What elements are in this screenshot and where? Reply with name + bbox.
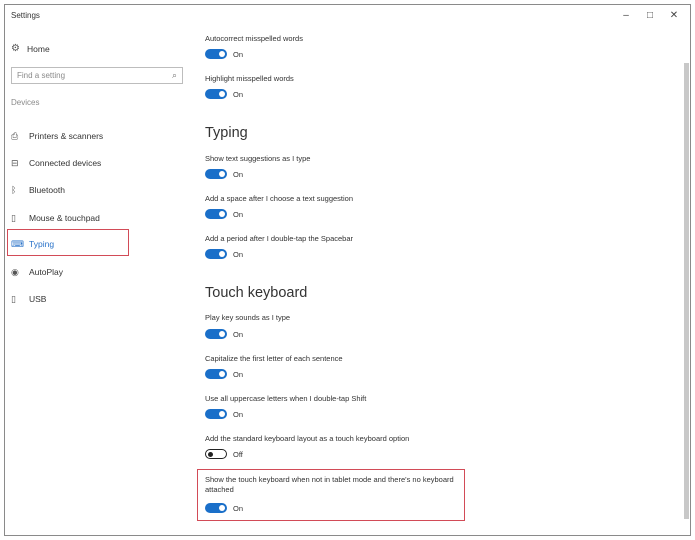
toggle-switch[interactable] xyxy=(205,449,227,459)
setting-label: Highlight misspelled words xyxy=(205,74,294,83)
printer-icon: ⎙ xyxy=(11,130,19,141)
setting-label: Use all uppercase letters when I double-… xyxy=(205,394,367,403)
connected-devices-icon: ⊟ xyxy=(11,157,19,168)
sidebar-item-label: USB xyxy=(29,294,47,304)
maximize-button[interactable]: □ xyxy=(638,8,662,24)
home-label: Home xyxy=(27,43,50,54)
toggle-text-suggestions[interactable]: On xyxy=(205,169,243,179)
toggle-switch[interactable] xyxy=(205,89,227,99)
settings-window: Settings – □ ✕ ⚙ Home Find a setting ⌕ D… xyxy=(4,4,691,536)
bluetooth-icon: ᛒ xyxy=(11,185,17,195)
keyboard-icon: ⌨ xyxy=(11,238,24,249)
section-header-touch-keyboard: Touch keyboard xyxy=(205,285,308,301)
window-title: Settings xyxy=(11,11,40,20)
sidebar-item-usb[interactable]: ▯ USB xyxy=(11,291,46,307)
toggle-state: On xyxy=(233,49,244,59)
usb-icon: ▯ xyxy=(11,293,16,304)
gear-icon: ⚙ xyxy=(11,43,20,54)
toggle-show-touch-keyboard[interactable]: On xyxy=(205,503,243,513)
setting-label: Autocorrect misspelled words xyxy=(205,34,303,43)
toggle-state: On xyxy=(233,249,244,259)
toggle-state: On xyxy=(233,329,244,339)
toggle-switch[interactable] xyxy=(205,49,227,59)
setting-label: Capitalize the first letter of each sent… xyxy=(205,354,343,363)
toggle-switch[interactable] xyxy=(205,209,227,219)
sidebar-item-label: Connected devices xyxy=(29,158,102,168)
main-content: Autocorrect misspelled words On Highligh… xyxy=(197,27,677,535)
toggle-key-sounds[interactable]: On xyxy=(205,329,243,339)
toggle-state: On xyxy=(233,503,244,513)
toggle-add-space[interactable]: On xyxy=(205,209,243,219)
toggle-switch[interactable] xyxy=(205,249,227,259)
toggle-state: On xyxy=(233,409,244,419)
toggle-switch[interactable] xyxy=(205,409,227,419)
setting-label: Show text suggestions as I type xyxy=(205,154,311,163)
toggle-switch[interactable] xyxy=(205,369,227,379)
setting-label: Add a period after I double-tap the Spac… xyxy=(205,234,354,243)
toggle-state: On xyxy=(233,169,244,179)
toggle-switch[interactable] xyxy=(205,329,227,339)
toggle-state: Off xyxy=(233,449,243,459)
setting-label: Play key sounds as I type xyxy=(205,313,291,322)
scrollbar[interactable] xyxy=(684,63,689,519)
toggle-uppercase-double-tap[interactable]: On xyxy=(205,409,243,419)
sidebar-item-mouse-touchpad[interactable]: ▯ Mouse & touchpad xyxy=(11,210,100,226)
setting-label: Show the touch keyboard when not in tabl… xyxy=(205,475,454,494)
sidebar-item-bluetooth[interactable]: ᛒ Bluetooth xyxy=(11,182,65,198)
sidebar-item-printers[interactable]: ⎙ Printers & scanners xyxy=(11,128,103,144)
setting-label: Add a space after I choose a text sugges… xyxy=(205,194,354,203)
close-button[interactable]: ✕ xyxy=(662,8,686,24)
toggle-capitalize-first[interactable]: On xyxy=(205,369,243,379)
toggle-switch[interactable] xyxy=(205,169,227,179)
search-input[interactable]: Find a setting ⌕ xyxy=(11,67,183,84)
sidebar-item-typing[interactable]: ⌨ Typing xyxy=(11,236,54,252)
toggle-add-period[interactable]: On xyxy=(205,249,243,259)
search-icon: ⌕ xyxy=(171,70,177,80)
sidebar-item-label: Printers & scanners xyxy=(29,131,104,141)
toggle-switch[interactable] xyxy=(205,503,227,513)
minimize-button[interactable]: – xyxy=(614,8,638,24)
setting-label: Add the standard keyboard layout as a to… xyxy=(205,434,410,443)
section-header-typing: Typing xyxy=(205,125,248,141)
toggle-state: On xyxy=(233,89,244,99)
sidebar-item-connected-devices[interactable]: ⊟ Connected devices xyxy=(11,155,101,171)
sidebar: ⚙ Home Find a setting ⌕ Devices ⎙ Printe… xyxy=(5,27,191,535)
sidebar-item-autoplay[interactable]: ◉ AutoPlay xyxy=(11,264,63,280)
search-placeholder: Find a setting xyxy=(17,71,66,80)
mouse-icon: ▯ xyxy=(11,212,16,223)
sidebar-item-label: Mouse & touchpad xyxy=(29,213,100,223)
sidebar-item-label: Typing xyxy=(29,239,55,249)
section-heading: Devices xyxy=(11,98,40,107)
title-bar: Settings – □ ✕ xyxy=(5,5,690,27)
sidebar-item-home[interactable]: ⚙ Home xyxy=(11,43,50,54)
sidebar-item-label: Bluetooth xyxy=(29,185,65,195)
toggle-standard-layout[interactable]: Off xyxy=(205,449,243,459)
toggle-state: On xyxy=(233,209,244,219)
toggle-autocorrect[interactable]: On xyxy=(205,49,243,59)
toggle-highlight-misspelled[interactable]: On xyxy=(205,89,243,99)
toggle-state: On xyxy=(233,369,244,379)
sidebar-item-label: AutoPlay xyxy=(29,267,64,277)
autoplay-icon: ◉ xyxy=(11,266,19,277)
